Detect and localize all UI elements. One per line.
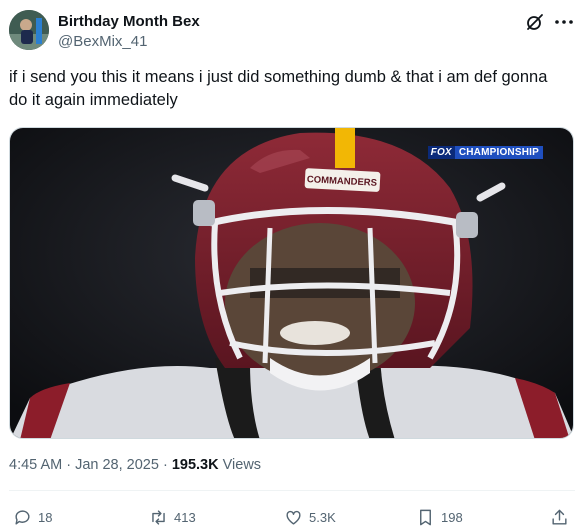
tweet-meta: 4:45 AM · Jan 28, 2025 · 195.3K Views bbox=[9, 457, 261, 473]
retweet-button[interactable]: 413 bbox=[149, 505, 196, 529]
grok-icon[interactable] bbox=[525, 12, 545, 32]
retweet-count: 413 bbox=[174, 509, 196, 525]
broadcast-logo: FOX CHAMPIONSHIP bbox=[427, 145, 543, 159]
author-handle[interactable]: @BexMix_41 bbox=[58, 33, 147, 50]
like-icon bbox=[286, 510, 301, 525]
avatar-image bbox=[9, 10, 49, 50]
author-display-name[interactable]: Birthday Month Bex bbox=[58, 13, 200, 30]
tweet-text: if i send you this it means i just did s… bbox=[9, 68, 548, 109]
divider bbox=[9, 490, 575, 491]
more-icon[interactable] bbox=[553, 12, 575, 32]
avatar[interactable] bbox=[9, 10, 49, 50]
broadcast-network: FOX bbox=[427, 145, 455, 159]
like-button[interactable]: 5.3K bbox=[284, 505, 336, 529]
tweet-timestamp[interactable]: 4:45 AM · Jan 28, 2025 bbox=[9, 457, 159, 473]
broadcast-label: CHAMPIONSHIP bbox=[454, 145, 543, 159]
reply-icon bbox=[15, 509, 30, 525]
share-icon bbox=[552, 509, 567, 525]
action-bar: 18 413 5.3K 198 bbox=[9, 505, 575, 529]
meta-separator: · bbox=[158, 457, 172, 473]
views-label: Views bbox=[222, 457, 262, 473]
player-helmet-image: COMMANDERS bbox=[10, 128, 573, 438]
tweet-header: Birthday Month Bex @BexMix_41 bbox=[9, 10, 575, 52]
bookmark-count: 198 bbox=[441, 509, 463, 525]
share-button[interactable] bbox=[550, 505, 575, 529]
tweet-media-video[interactable]: COMMANDERS FOX CHAMPIONSHIP bbox=[9, 127, 574, 439]
bookmark-button[interactable]: 198 bbox=[416, 505, 463, 529]
retweet-icon bbox=[152, 509, 165, 525]
reply-button[interactable]: 18 bbox=[13, 505, 52, 529]
reply-count: 18 bbox=[38, 509, 53, 525]
like-count: 5.3K bbox=[309, 509, 336, 525]
bookmark-icon bbox=[420, 509, 431, 525]
views-count: 195.3K bbox=[171, 457, 219, 473]
